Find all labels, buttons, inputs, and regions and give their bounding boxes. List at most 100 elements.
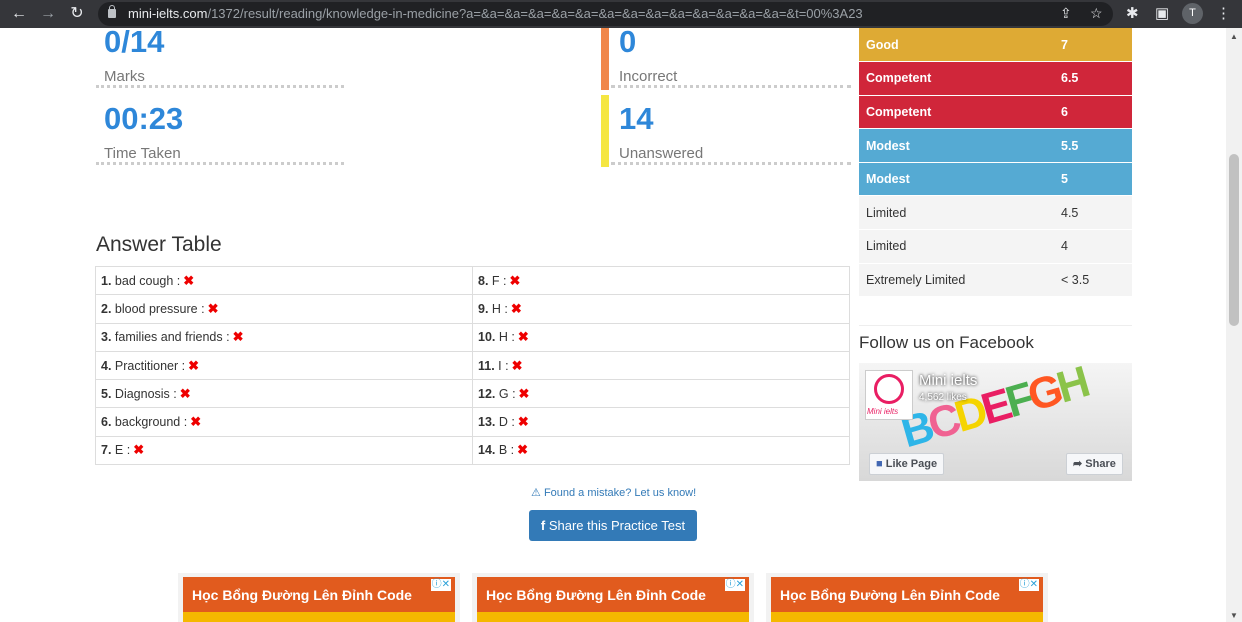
user-answer: F : (491, 273, 507, 288)
facebook-page-name[interactable]: Mini ielts (919, 372, 977, 389)
wrong-cross-icon: ✖ (183, 272, 195, 288)
facebook-share-button[interactable]: ➦ Share (1066, 453, 1123, 475)
answer-cell: 14. B : ✖ (472, 435, 850, 466)
report-mistake-link[interactable]: ⚠ Found a mistake? Let us know! (531, 486, 696, 499)
band-row: Modest 5.5 (859, 128, 1132, 163)
question-number: 6. (101, 415, 112, 430)
question-number: 9. (478, 301, 489, 316)
back-arrow-icon[interactable]: ← (8, 3, 30, 25)
band-level: Modest (859, 162, 1061, 197)
incorrect-label: Incorrect (619, 68, 678, 85)
time-stat: 00:23 Time Taken (96, 101, 344, 178)
ad-creative: Học Bổng Đường Lên Đỉnh Code ⓘ✕ (771, 577, 1043, 622)
facebook-heading: Follow us on Facebook (859, 333, 1034, 352)
like-page-button[interactable]: ■ Like Page (869, 453, 945, 475)
question-number: 10. (478, 330, 496, 345)
incorrect-color-bar (601, 28, 609, 90)
dotted-divider (611, 85, 851, 88)
incorrect-stat: 0 Incorrect (611, 24, 851, 101)
scroll-down-icon[interactable]: ▼ (1230, 611, 1238, 620)
band-row: Competent 6 (859, 95, 1132, 130)
question-number: 4. (101, 358, 112, 373)
wrong-cross-icon: ✖ (190, 414, 202, 430)
ad-choices-icon[interactable]: ⓘ✕ (724, 579, 745, 591)
question-number: 14. (478, 443, 496, 458)
band-score: 5 (1061, 162, 1132, 197)
wrong-cross-icon: ✖ (518, 385, 530, 401)
share-arrow-icon: ➦ (1073, 458, 1083, 470)
table-row: 1. bad cough : ✖ 8. F : ✖ (95, 265, 850, 296)
wrong-cross-icon: ✖ (517, 329, 529, 345)
wrong-cross-icon: ✖ (207, 300, 219, 316)
bookmark-star-icon[interactable]: ☆ (1090, 5, 1103, 22)
band-level: Modest (859, 128, 1061, 163)
band-score: 6 (1061, 95, 1132, 130)
wrong-cross-icon: ✖ (511, 357, 523, 373)
table-row: 3. families and friends : ✖ 10. H : ✖ (95, 322, 850, 352)
band-score: 6.5 (1061, 61, 1132, 96)
band-score: 4.5 (1061, 195, 1132, 231)
band-score: < 3.5 (1061, 263, 1132, 298)
answer-cell: 12. G : ✖ (472, 379, 850, 409)
share-test-button[interactable]: f Share this Practice Test (529, 510, 697, 541)
band-score: 5.5 (1061, 128, 1132, 163)
logo-ring (874, 374, 904, 404)
question-number: 1. (101, 273, 112, 288)
scrollbar-thumb[interactable] (1229, 154, 1239, 326)
ad-banner[interactable]: Học Bổng Đường Lên Đỉnh Code ⓘ✕ (766, 573, 1048, 622)
mini-ielts-logo[interactable]: Mini ielts (865, 370, 913, 420)
ad-banner[interactable]: Học Bổng Đường Lên Đỉnh Code ⓘ✕ (178, 573, 460, 622)
user-answer: D : (498, 415, 515, 430)
profile-avatar[interactable]: T (1182, 3, 1203, 24)
page-scrollbar[interactable]: ▲ ▼ (1226, 28, 1242, 622)
ad-title: Học Bổng Đường Lên Đỉnh Code (192, 587, 412, 603)
side-panel-icon[interactable]: ▣ (1155, 4, 1169, 22)
facebook-icon: ■ (876, 458, 883, 470)
share-test-label: Share this Practice Test (548, 518, 686, 533)
like-page-label: Like Page (885, 458, 938, 470)
question-number: 8. (478, 273, 489, 288)
lock-icon (108, 5, 116, 18)
user-answer: H : (498, 330, 515, 345)
logo-text: Mini ielts (867, 407, 899, 416)
dotted-divider (96, 162, 344, 165)
facebook-page-widget[interactable]: BCDEFGH Mini ielts Mini ielts 4,562 like… (859, 363, 1132, 481)
ad-choices-icon[interactable]: ⓘ✕ (430, 579, 451, 591)
band-level: Limited (859, 195, 1061, 231)
user-answer: E : (114, 443, 131, 458)
user-answer: B : (498, 443, 515, 458)
menu-kebab-icon[interactable]: ⋮ (1216, 4, 1231, 22)
answer-table: 1. bad cough : ✖ 8. F : ✖ 2. blood pressure … (95, 265, 850, 466)
answer-cell: 6. background : ✖ (95, 407, 473, 437)
time-label: Time Taken (104, 145, 181, 162)
reload-icon[interactable]: ↻ (66, 3, 88, 25)
scroll-up-icon[interactable]: ▲ (1230, 32, 1238, 41)
user-answer: families and friends : (114, 330, 230, 345)
question-number: 7. (101, 443, 112, 458)
user-answer: G : (498, 386, 516, 401)
share-page-icon[interactable]: ⇪ (1060, 5, 1072, 22)
forward-arrow-icon[interactable]: → (37, 3, 59, 25)
band-score-table: Good 7 Competent 6.5 Competent 6 Modest 5.5 Mode… (859, 28, 1132, 298)
ad-choices-icon[interactable]: ⓘ✕ (1018, 579, 1039, 591)
band-level: Competent (859, 95, 1061, 130)
ad-banner[interactable]: Học Bổng Đường Lên Đỉnh Code ⓘ✕ (472, 573, 754, 622)
address-bar[interactable]: mini-ielts.com/1372/result/reading/knowl… (98, 2, 1113, 26)
band-row: Limited 4.5 (859, 195, 1132, 231)
band-row: Extremely Limited < 3.5 (859, 263, 1132, 298)
question-number: 12. (478, 386, 496, 401)
band-row: Limited 4 (859, 229, 1132, 264)
user-answer: background : (114, 415, 188, 430)
answer-cell: 8. F : ✖ (472, 265, 850, 296)
marks-stat: 0/14 Marks (96, 24, 344, 101)
band-row: Good 7 (859, 28, 1132, 63)
facebook-likes-count: 4,562 likes (919, 392, 967, 403)
user-answer: bad cough : (114, 273, 181, 288)
question-number: 11. (478, 358, 495, 373)
extensions-icon[interactable]: ✱ (1126, 4, 1139, 22)
dotted-divider (611, 162, 851, 165)
dotted-divider (96, 85, 344, 88)
user-answer: blood pressure : (114, 301, 205, 316)
wrong-cross-icon: ✖ (517, 414, 529, 430)
report-mistake-text: Found a mistake? Let us know! (543, 487, 697, 499)
